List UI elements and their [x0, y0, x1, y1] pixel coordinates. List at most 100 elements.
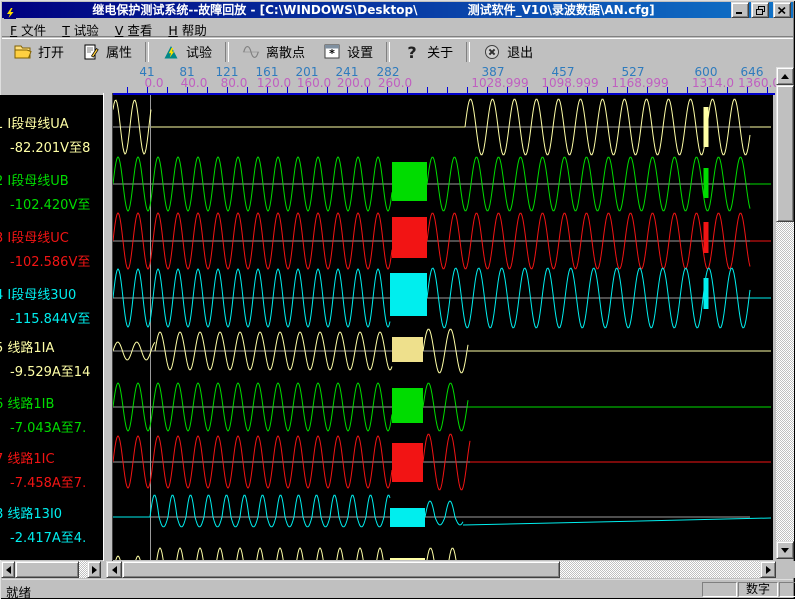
channel-range-1: -82.201V至8: [10, 142, 90, 156]
properties-icon: [82, 44, 100, 60]
ruler-time-label: 1360.0: [738, 76, 780, 90]
waveform-dense-block: [390, 558, 425, 560]
about-icon: ?: [403, 44, 421, 60]
status-message: 就绪: [6, 582, 31, 599]
right-arrow-icon: [92, 566, 97, 574]
svg-text:*: *: [329, 47, 335, 59]
menu-item-test[interactable]: T 试验: [54, 19, 107, 40]
discrete-points-icon: [242, 44, 260, 60]
sidebar-scroll-thumb[interactable]: [15, 561, 79, 578]
sidebar-horizontal-scrollbar[interactable]: [1, 561, 101, 578]
menu-item-file[interactable]: F 文件: [2, 19, 54, 40]
settings-button[interactable]: *设置: [314, 40, 382, 64]
right-arrow-icon: [766, 566, 771, 574]
menu-item-help[interactable]: H 帮助: [160, 19, 214, 40]
waveform-marker-bar: [704, 107, 709, 147]
open-button[interactable]: 打开: [5, 40, 73, 64]
menu-item-view[interactable]: V 查看: [107, 19, 161, 40]
toolbar: 打开 属性 试验 离散点 *设置? 关于 退出: [2, 38, 793, 64]
toolbar-separator: [466, 42, 470, 62]
test-button[interactable]: 试验: [153, 40, 221, 64]
ruler-time-label: 40.0: [181, 76, 208, 90]
status-panel-3: [779, 582, 795, 597]
menu-bar: F 文件T 试验V 查看H 帮助: [2, 19, 793, 37]
channel-label-3: 3 Ⅰ段母线UC: [0, 232, 69, 246]
window-title: 继电保护测试系统--故障回放 - [C:\WINDOWS\Desktop\ 测试…: [16, 2, 731, 18]
left-arrow-icon: [6, 566, 11, 574]
close-button[interactable]: [773, 2, 791, 18]
waveform-dense-block: [392, 388, 423, 423]
ruler-time-label: 1028.999: [471, 76, 528, 90]
channel-label-7: 7 线路1IC: [0, 453, 55, 467]
status-panel-2: 数字: [738, 582, 778, 597]
exit-icon: [483, 44, 501, 60]
scroll-down-button[interactable]: [776, 541, 794, 559]
open-folder-icon: [14, 44, 32, 60]
toolbar-separator: [225, 42, 229, 62]
waveform-marker-bar: [704, 278, 709, 309]
channel-label-4: 4 Ⅰ段母线3U0: [0, 289, 76, 303]
waveform-marker-bar: [704, 222, 709, 253]
minimize-button[interactable]: [731, 2, 749, 18]
scroll-left-button[interactable]: [1, 561, 15, 578]
left-arrow-icon: [112, 566, 117, 574]
about-button-label: 关于: [427, 42, 453, 61]
application-window: 继电保护测试系统--故障回放 - [C:\WINDOWS\Desktop\ 测试…: [0, 0, 795, 599]
discrete-points-button[interactable]: 离散点: [233, 40, 314, 64]
channel-range-5: -9.529A至14: [10, 366, 90, 380]
main-horizontal-scrollbar[interactable]: [106, 561, 776, 578]
scrollbar-corner: [777, 561, 795, 578]
panel-splitter[interactable]: [103, 93, 113, 561]
exit-button-label: 退出: [507, 42, 533, 61]
channel-range-6: -7.043A至7.: [10, 422, 86, 436]
channel-range-7: -7.458A至7.: [10, 477, 86, 491]
scroll-right-button[interactable]: [87, 561, 101, 578]
properties-button[interactable]: 属性: [73, 40, 141, 64]
time-ruler: 410.08140.012180.0161120.0201160.0241200…: [0, 64, 795, 93]
channel-label-panel: 1 Ⅰ段母线UA -82.201V至8 2 Ⅰ段母线UB -102.420V至 3 Ⅰ段…: [0, 95, 103, 560]
about-button[interactable]: ? 关于: [394, 40, 462, 64]
ruler-time-label: 80.0: [221, 76, 248, 90]
channel-label-6: 6 线路1IB: [0, 398, 54, 412]
app-icon: [4, 4, 16, 16]
main-scroll-thumb[interactable]: [122, 561, 560, 578]
waveform-dense-block: [390, 273, 427, 316]
channel-label-8: 8 线路13I0: [0, 508, 62, 522]
channel-label-1: 1 Ⅰ段母线UA: [0, 118, 69, 132]
up-arrow-icon: [781, 74, 789, 79]
channel-range-4: -115.844V至: [10, 313, 90, 327]
channel-range-2: -102.420V至: [10, 199, 90, 213]
waveform-dense-block: [392, 337, 423, 362]
waveform-dense-block: [392, 217, 427, 258]
status-panel-1: [702, 582, 737, 597]
waveform-panel[interactable]: [113, 95, 773, 560]
settings-icon: *: [323, 44, 341, 60]
restore-button[interactable]: [751, 2, 769, 18]
test-button-label: 试验: [186, 42, 212, 61]
exit-button[interactable]: 退出: [474, 40, 542, 64]
scroll-right-button[interactable]: [760, 561, 776, 578]
channel-range-8: -2.417A至4.: [10, 532, 86, 546]
scroll-left-button[interactable]: [106, 561, 122, 578]
title-bar[interactable]: 继电保护测试系统--故障回放 - [C:\WINDOWS\Desktop\ 测试…: [2, 2, 793, 18]
waveform-dense-block: [392, 443, 423, 482]
test-icon: [162, 44, 180, 60]
waveform-dense-block: [392, 162, 427, 201]
scroll-up-button[interactable]: [776, 67, 794, 85]
waveform-dense-block: [390, 508, 425, 527]
ruler-time-label: 1098.999: [541, 76, 598, 90]
channel-label-2: 2 Ⅰ段母线UB: [0, 175, 69, 189]
properties-button-label: 属性: [106, 42, 132, 61]
waveform-display[interactable]: [113, 95, 773, 560]
vertical-scroll-thumb[interactable]: [776, 85, 794, 222]
discrete-points-button-label: 离散点: [266, 42, 305, 61]
channel-range-3: -102.586V至: [10, 256, 90, 270]
toolbar-separator: [145, 42, 149, 62]
toolbar-separator: [386, 42, 390, 62]
ruler-time-label: 1168.999: [611, 76, 668, 90]
down-arrow-icon: [781, 548, 789, 553]
svg-text:?: ?: [407, 44, 416, 60]
vertical-scrollbar[interactable]: [776, 67, 794, 559]
channel-label-5: 5 线路1IA: [0, 342, 54, 356]
status-bar: 就绪 数字: [2, 579, 793, 598]
